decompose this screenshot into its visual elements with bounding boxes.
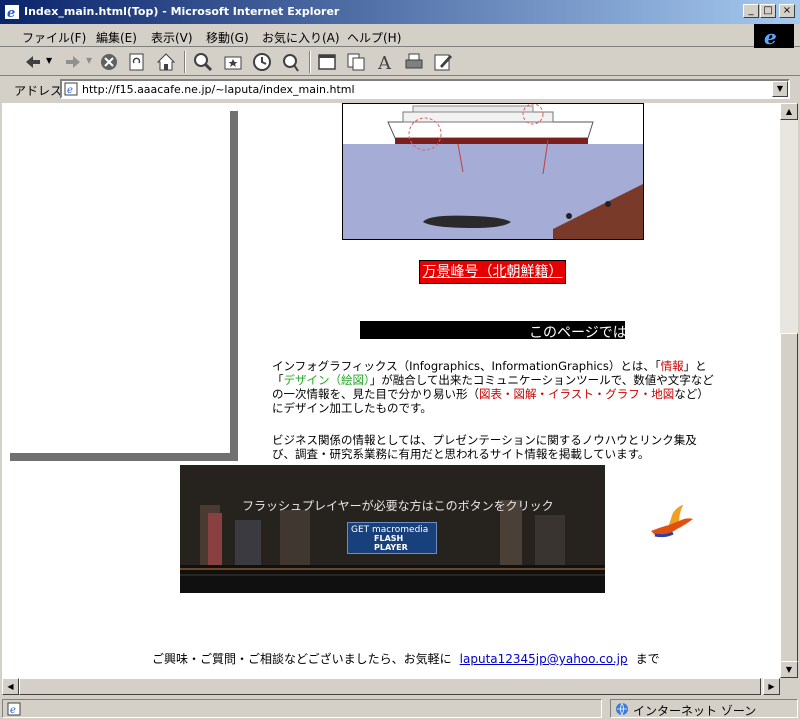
- history-icon[interactable]: [251, 51, 273, 73]
- ship-link-label[interactable]: 万景峰号（北朝鮮籍）: [420, 261, 565, 283]
- menu-file[interactable]: ファイル(F): [22, 29, 86, 46]
- maximize-button[interactable]: □: [760, 4, 776, 18]
- back-dropdown-icon[interactable]: ▼: [46, 56, 52, 65]
- status-bar: e インターネット ゾーン: [0, 697, 800, 720]
- intro-highlight-forms: 図表・図解・イラスト・グラフ・地図: [479, 387, 675, 401]
- svg-text:A: A: [377, 53, 392, 73]
- scroll-left-icon[interactable]: ◀: [2, 678, 19, 695]
- address-label: アドレス: [14, 84, 63, 98]
- flash-banner: フラッシュプレイヤーが必要な方はこのボタンをクリック GET macromedi…: [180, 465, 605, 593]
- zone-label: インターネット ゾーン: [633, 704, 757, 718]
- horizontal-scrollbar[interactable]: ◀ ▶: [2, 678, 780, 695]
- channels-icon[interactable]: [280, 51, 302, 73]
- flash-button-line2: FLASH: [374, 534, 404, 543]
- get-flash-player-button[interactable]: GET macromedia FLASH PLAYER: [347, 522, 437, 554]
- address-bar: アドレス e ▼: [0, 77, 800, 101]
- footer-text: ご興味・ご質問・ご相談などございましたら、お気軽に: [152, 652, 452, 666]
- menu-help[interactable]: ヘルプ(H): [347, 29, 401, 46]
- ie-logo-icon: e: [764, 25, 777, 49]
- intro-paragraph: インフォグラフィックス（Infographics、InformationGrap…: [272, 359, 718, 415]
- minimize-button[interactable]: _: [743, 4, 759, 18]
- scroll-right-icon[interactable]: ▶: [763, 678, 780, 695]
- intro-text: インフォグラフィックス（Infographics、InformationGrap…: [272, 359, 661, 373]
- menu-view[interactable]: 表示(V): [151, 29, 193, 46]
- flash-message: フラッシュプレイヤーが必要な方はこのボタンをクリック: [242, 499, 554, 513]
- ie-throbber: e: [754, 24, 794, 49]
- menu-bar: ファイル(F) 編集(E) 表示(V) 移動(G) お気に入り(A) ヘルプ(H…: [0, 24, 800, 47]
- scroll-up-icon[interactable]: ▲: [780, 103, 798, 120]
- scrolling-banner: このページでは: [360, 321, 625, 339]
- email-link[interactable]: laputa12345jp@yahoo.co.jp: [460, 652, 628, 666]
- menu-edit[interactable]: 編集(E): [96, 29, 137, 46]
- banner-text: このページでは: [529, 325, 625, 339]
- home-icon[interactable]: [155, 51, 177, 73]
- status-message: e: [2, 699, 602, 718]
- svg-text:e: e: [10, 705, 16, 716]
- address-field[interactable]: e ▼: [60, 79, 790, 99]
- forward-icon[interactable]: [62, 51, 84, 73]
- left-frame: [2, 103, 230, 453]
- forward-dropdown-icon[interactable]: ▼: [86, 56, 92, 65]
- mail-icon[interactable]: [345, 51, 367, 73]
- vertical-scrollbar[interactable]: ▲ ▼: [780, 103, 798, 678]
- menu-favorites[interactable]: お気に入り(A): [262, 29, 340, 46]
- edit-icon[interactable]: [432, 51, 454, 73]
- window-title: Index_main.html(Top) - Microsoft Interne…: [24, 5, 340, 18]
- title-bar: e Index_main.html(Top) - Microsoft Inter…: [0, 0, 800, 24]
- font-size-icon[interactable]: A: [374, 51, 396, 73]
- scroll-corner: [780, 678, 798, 695]
- close-button[interactable]: ×: [779, 4, 795, 18]
- horizontal-scroll-thumb[interactable]: [19, 678, 761, 695]
- intro-highlight-design: デザイン（絵図）: [283, 373, 370, 387]
- page-icon: e: [64, 82, 78, 96]
- stop-icon[interactable]: [98, 51, 120, 73]
- address-dropdown-icon[interactable]: ▼: [772, 81, 788, 97]
- search-icon[interactable]: [192, 51, 214, 73]
- vertical-scroll-thumb[interactable]: [780, 333, 798, 663]
- toolbar-separator: [184, 51, 186, 73]
- intro-highlight-info: 情報: [660, 359, 684, 373]
- toolbar-separator: [309, 51, 311, 73]
- favorites-icon[interactable]: [222, 51, 244, 73]
- flash-button-line3: PLAYER: [374, 543, 408, 552]
- business-paragraph: ビジネス関係の情報としては、プレゼンテーションに関するノウハウとリンク集及び、調…: [272, 433, 697, 461]
- svg-text:e: e: [67, 85, 73, 96]
- security-zone: インターネット ゾーン: [610, 699, 798, 718]
- ie-logo-icon: e: [5, 5, 19, 20]
- bird-icon: [651, 505, 693, 538]
- scroll-down-icon[interactable]: ▼: [780, 661, 798, 678]
- page-viewport: 万景峰号（北朝鮮籍） このページでは インフォグラフィックス（Infograph…: [2, 103, 780, 678]
- ship-link-button[interactable]: 万景峰号（北朝鮮籍）: [419, 260, 566, 284]
- toolbar: ▼ ▼ A: [0, 48, 800, 76]
- globe-icon: [616, 702, 628, 716]
- svg-text:e: e: [7, 6, 15, 20]
- ship-diagram: [342, 103, 644, 240]
- contact-footer: ご興味・ご質問・ご相談などございましたら、お気軽に laputa12345jp@y…: [152, 650, 660, 667]
- ship-diagram-image: [343, 104, 643, 239]
- fullscreen-icon[interactable]: [316, 51, 338, 73]
- footer-suffix: まで: [635, 652, 660, 666]
- refresh-icon[interactable]: [126, 51, 148, 73]
- url-input[interactable]: [82, 81, 762, 97]
- print-icon[interactable]: [403, 51, 425, 73]
- menu-go[interactable]: 移動(G): [206, 29, 249, 46]
- back-icon[interactable]: [22, 51, 44, 73]
- page-icon: e: [7, 702, 21, 716]
